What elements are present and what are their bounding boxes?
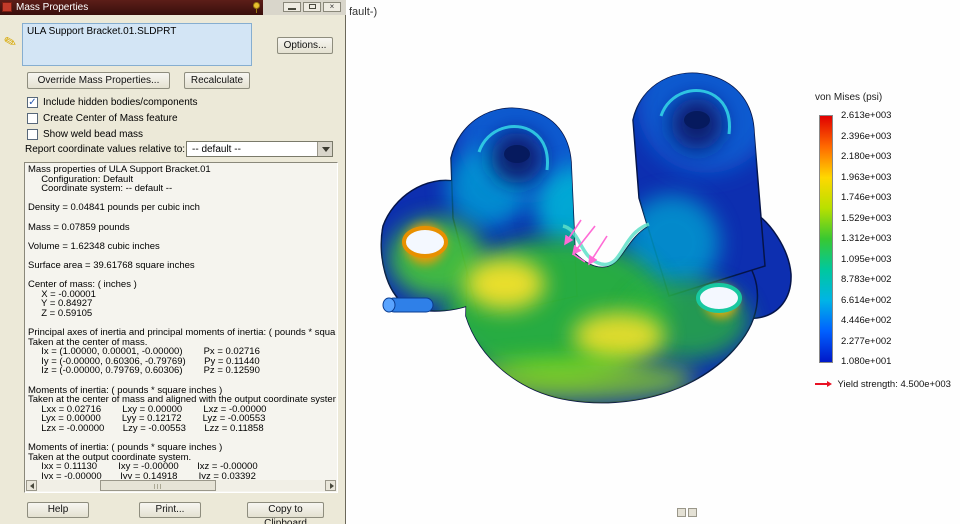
print-button[interactable]: Print... [139,502,201,518]
viewport-corner-controls[interactable] [677,504,699,522]
scroll-right-icon[interactable] [325,480,336,491]
app-icon [2,2,12,12]
legend-tick: 2.180e+003 [841,151,892,162]
mass-properties-dialog: Mass Properties × ✎ ULA Support Bracket.… [0,0,346,524]
mass-properties-results[interactable]: Mass properties of ULA Support Bracket.0… [24,162,338,493]
window-controls-strip: × [263,0,346,15]
dialog-title: Mass Properties [16,2,89,13]
recalculate-button[interactable]: Recalculate [184,72,250,89]
weld-bead-label: Show weld bead mass [43,129,144,140]
corner-icon[interactable] [677,508,686,517]
copy-to-clipboard-button[interactable]: Copy to Clipboard [247,502,324,524]
include-hidden-checkbox[interactable] [27,97,38,108]
options-button[interactable]: Options... [277,37,333,54]
legend-tick: 2.396e+003 [841,130,892,142]
pin-feature [382,297,434,313]
legend-tick: 1.080e+001 [841,356,892,367]
help-button[interactable]: Help [27,502,89,518]
legend-tick: 8.783e+002 [841,274,892,285]
coordinate-system-value: -- default -- [192,144,241,155]
dialog-body: ✎ ULA Support Bracket.01.SLDPRT Options.… [0,15,345,524]
dialog-titlebar[interactable]: Mass Properties [0,0,263,15]
legend-labels: 2.613e+003 2.396e+003 2.180e+003 1.963e+… [841,111,891,367]
override-mass-properties-button[interactable]: Override Mass Properties... [27,72,170,89]
legend-tick: 1.963e+003 [841,171,892,183]
graphics-area[interactable]: fault-) von Mises (psi) 2.613e+003 2.396… [347,0,960,524]
scroll-left-icon[interactable] [26,480,37,491]
selected-item-field[interactable]: ULA Support Bracket.01.SLDPRT [22,23,252,66]
legend-tick: 1.529e+003 [841,212,892,224]
center-of-mass-label: Create Center of Mass feature [43,113,178,124]
weld-bead-checkbox[interactable] [27,129,38,140]
horizontal-scrollbar[interactable] [26,480,336,491]
legend-tick: 2.613e+003 [841,110,892,121]
legend-tick: 1.312e+003 [841,233,892,244]
yield-strength-row: Yield strength: 4.500e+003 [815,379,957,390]
results-text: Mass properties of ULA Support Bracket.0… [28,165,336,479]
legend-tick: 2.277e+002 [841,335,892,347]
restore-button[interactable] [303,2,321,12]
report-coordinates-label: Report coordinate values relative to: [25,144,186,155]
chevron-down-icon[interactable] [317,142,332,156]
von-mises-legend: von Mises (psi) 2.613e+003 2.396e+003 2.… [815,92,957,390]
scrollbar-thumb[interactable] [100,480,216,491]
corner-icon[interactable] [688,508,697,517]
legend-gradient [819,115,833,363]
yield-strength-label: Yield strength: 4.500e+003 [837,379,951,390]
legend-tick: 4.446e+002 [841,315,892,326]
coordinate-system-select[interactable]: -- default -- [186,141,333,157]
annotate-pencil-icon: ✎ [2,32,19,53]
close-button[interactable]: × [323,2,341,12]
legend-tick: 6.614e+002 [841,294,892,306]
include-hidden-label: Include hidden bodies/components [43,97,198,108]
pushpin-icon[interactable] [252,2,261,13]
legend-title: von Mises (psi) [815,92,883,103]
yield-arrow-icon [815,379,832,390]
legend-tick: 1.746e+003 [841,192,892,203]
fea-model[interactable] [367,58,817,428]
document-title-fragment: fault-) [349,6,378,18]
legend-tick: 1.095e+003 [841,253,892,265]
center-of-mass-checkbox[interactable] [27,113,38,124]
minimize-button[interactable] [283,2,301,12]
